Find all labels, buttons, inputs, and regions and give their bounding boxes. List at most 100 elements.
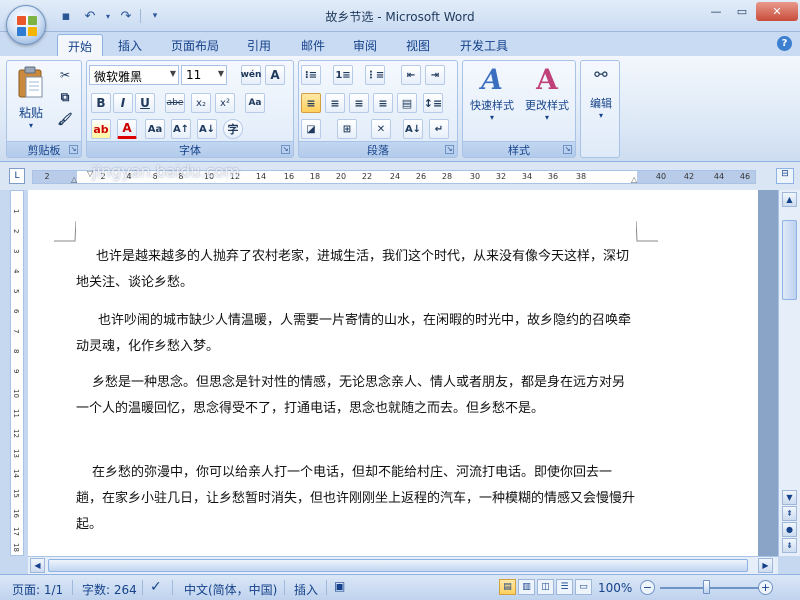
align-center-icon[interactable]: ≡ bbox=[325, 93, 345, 113]
italic-button[interactable]: I bbox=[113, 93, 133, 113]
select-browse-object-icon[interactable]: ● bbox=[782, 522, 797, 537]
font-size-combo[interactable]: 11 ▼ bbox=[181, 65, 227, 85]
zoom-in-icon[interactable]: + bbox=[758, 580, 773, 595]
styles-launcher-icon[interactable]: ↘ bbox=[563, 145, 572, 154]
right-indent-marker[interactable]: △ bbox=[631, 175, 637, 184]
document-page[interactable]: 也许是越来越多的人抛弃了农村老家，进城生活，我们这个时代，从来没有像今天这样，深… bbox=[28, 190, 758, 556]
paragraph-4[interactable]: 在乡愁的弥漫中，你可以给亲人打一个电话，但却不能给村庄、河流打电话。即使你回去一… bbox=[76, 460, 636, 538]
minimize-icon[interactable]: — bbox=[704, 2, 728, 21]
page-count[interactable]: 页面: 1/1 bbox=[12, 581, 63, 598]
phonetic-guide-button[interactable]: wén bbox=[241, 65, 261, 85]
change-case-button[interactable]: Aa bbox=[145, 119, 165, 139]
view-ruler-button[interactable]: ⊟ bbox=[776, 168, 794, 184]
zoom-slider-track[interactable] bbox=[660, 587, 760, 589]
multilevel-list-icon[interactable]: ⋮≡ bbox=[365, 65, 385, 85]
underline-button[interactable]: U bbox=[135, 93, 155, 113]
strikethrough-button[interactable]: abe bbox=[165, 93, 185, 113]
tab-mailings[interactable]: 邮件 bbox=[291, 34, 335, 56]
scroll-down-icon[interactable]: ▼ bbox=[782, 490, 797, 505]
tab-page-layout[interactable]: 页面布局 bbox=[161, 34, 229, 56]
sort-icon[interactable]: A↓ bbox=[403, 119, 423, 139]
font-name-combo[interactable]: 微软雅黑 ▼ bbox=[89, 65, 179, 85]
language-indicator[interactable]: 中文(简体，中国) bbox=[184, 581, 277, 598]
proofing-icon[interactable]: ✓ bbox=[150, 579, 162, 595]
outline-view-icon[interactable]: ☰ bbox=[556, 579, 573, 595]
scroll-left-icon[interactable]: ◀ bbox=[30, 558, 45, 573]
word-count[interactable]: 字数: 264 bbox=[82, 581, 137, 598]
format-painter-icon[interactable]: 🖌 bbox=[55, 109, 75, 129]
chevron-down-icon[interactable]: ▼ bbox=[218, 69, 224, 78]
superscript-button[interactable]: x² bbox=[215, 93, 235, 113]
print-layout-view-icon[interactable]: ▤ bbox=[499, 579, 516, 595]
next-page-icon[interactable]: ⇟ bbox=[782, 538, 797, 553]
tab-review[interactable]: 审阅 bbox=[343, 34, 387, 56]
subscript-button[interactable]: x₂ bbox=[191, 93, 211, 113]
vertical-scrollbar[interactable]: ▲ ▼ ⇞ ● ⇟ bbox=[778, 190, 800, 556]
paragraph-2[interactable]: 也许吵闹的城市缺少人情温暖，人需要一片寄情的山水，在闲暇的时光中，故乡隐约的召唤… bbox=[76, 308, 636, 360]
vertical-scroll-thumb[interactable] bbox=[782, 220, 797, 300]
scroll-right-icon[interactable]: ▶ bbox=[758, 558, 773, 573]
maximize-icon[interactable]: ▭ bbox=[730, 2, 754, 21]
horizontal-ruler[interactable]: 2 2 4 6 8 10 12 14 16 18 20 22 24 26 28 … bbox=[32, 169, 756, 184]
insert-mode[interactable]: 插入 bbox=[294, 581, 318, 598]
previous-page-icon[interactable]: ⇞ bbox=[782, 506, 797, 521]
enclose-characters-icon[interactable]: 字 bbox=[223, 119, 243, 139]
vertical-ruler[interactable]: 1 2 3 4 5 6 7 8 9 10 11 12 13 14 15 16 1… bbox=[10, 190, 24, 556]
paragraph-launcher-icon[interactable]: ↘ bbox=[445, 145, 454, 154]
help-icon[interactable]: ? bbox=[777, 36, 792, 51]
distributed-icon[interactable]: ▤ bbox=[397, 93, 417, 113]
zoom-slider-thumb[interactable] bbox=[703, 580, 710, 594]
copy-icon[interactable]: ⧉ bbox=[55, 87, 75, 107]
web-layout-icon[interactable]: ◫ bbox=[537, 579, 554, 595]
clipboard-launcher-icon[interactable]: ↘ bbox=[69, 145, 78, 154]
paragraph-1[interactable]: 也许是越来越多的人抛弃了农村老家，进城生活，我们这个时代，从来没有像今天这样，深… bbox=[76, 244, 636, 296]
clear-formatting-button[interactable]: Aa bbox=[245, 93, 265, 113]
decrease-indent-icon[interactable]: ⇤ bbox=[401, 65, 421, 85]
chinese-layout-icon[interactable]: ✕ bbox=[371, 119, 391, 139]
show-formatting-icon[interactable]: ↵ bbox=[429, 119, 449, 139]
increase-indent-icon[interactable]: ⇥ bbox=[425, 65, 445, 85]
shading-icon[interactable]: ◪ bbox=[301, 119, 321, 139]
horizontal-scrollbar[interactable]: ◀ ▶ bbox=[28, 556, 778, 574]
first-line-indent-marker[interactable]: ▽ bbox=[87, 169, 93, 178]
close-icon[interactable]: ✕ bbox=[756, 2, 798, 21]
scroll-up-icon[interactable]: ▲ bbox=[782, 192, 797, 207]
ruler-tick: 14 bbox=[255, 172, 267, 181]
full-screen-reading-icon[interactable]: ▥ bbox=[518, 579, 535, 595]
grow-font-icon[interactable]: A↑ bbox=[171, 119, 191, 139]
zoom-out-icon[interactable]: − bbox=[640, 580, 655, 595]
office-button[interactable] bbox=[6, 5, 46, 45]
tab-home[interactable]: 开始 bbox=[57, 34, 104, 56]
highlight-button[interactable]: ab bbox=[91, 119, 111, 139]
tab-insert[interactable]: 插入 bbox=[108, 34, 152, 56]
numbering-icon[interactable]: 1≡ bbox=[333, 65, 353, 85]
macro-recording-icon[interactable]: ▣ bbox=[334, 579, 345, 593]
bullets-icon[interactable]: ⁝≡ bbox=[301, 65, 321, 85]
change-styles-button[interactable]: A 更改样式 ▾ bbox=[519, 63, 575, 122]
chevron-down-icon[interactable]: ▼ bbox=[170, 69, 176, 78]
horizontal-scroll-thumb[interactable] bbox=[48, 559, 748, 572]
character-border-button[interactable]: A bbox=[265, 65, 285, 85]
font-launcher-icon[interactable]: ↘ bbox=[281, 145, 290, 154]
tab-references[interactable]: 引用 bbox=[237, 34, 281, 56]
zoom-level[interactable]: 100% bbox=[598, 581, 632, 595]
align-left-icon[interactable]: ≡ bbox=[301, 93, 321, 113]
shrink-font-icon[interactable]: A↓ bbox=[197, 119, 217, 139]
font-color-button[interactable]: A bbox=[117, 119, 137, 139]
line-spacing-icon[interactable]: ↕≡ bbox=[423, 93, 443, 113]
tab-view[interactable]: 视图 bbox=[396, 34, 440, 56]
borders-icon[interactable]: ⊞ bbox=[337, 119, 357, 139]
align-right-icon[interactable]: ≡ bbox=[349, 93, 369, 113]
left-indent-marker[interactable]: △ bbox=[71, 175, 77, 184]
editing-button[interactable]: ⚯ 编辑 ▾ bbox=[583, 65, 619, 120]
paragraph-3[interactable]: 乡愁是一种思念。但思念是针对性的情感，无论思念亲人、情人或者朋友，都是身在远方对… bbox=[76, 370, 636, 422]
tab-developer[interactable]: 开发工具 bbox=[450, 34, 518, 56]
paste-button[interactable]: 粘贴 ▾ bbox=[13, 65, 49, 130]
bold-button[interactable]: B bbox=[91, 93, 111, 113]
paste-dropdown-icon[interactable]: ▾ bbox=[13, 121, 49, 130]
draft-view-icon[interactable]: ▭ bbox=[575, 579, 592, 595]
tab-selector[interactable]: L bbox=[9, 168, 25, 184]
quick-styles-button[interactable]: A 快速样式 ▾ bbox=[465, 63, 519, 122]
justify-icon[interactable]: ≡ bbox=[373, 93, 393, 113]
cut-icon[interactable]: ✂ bbox=[55, 65, 75, 85]
